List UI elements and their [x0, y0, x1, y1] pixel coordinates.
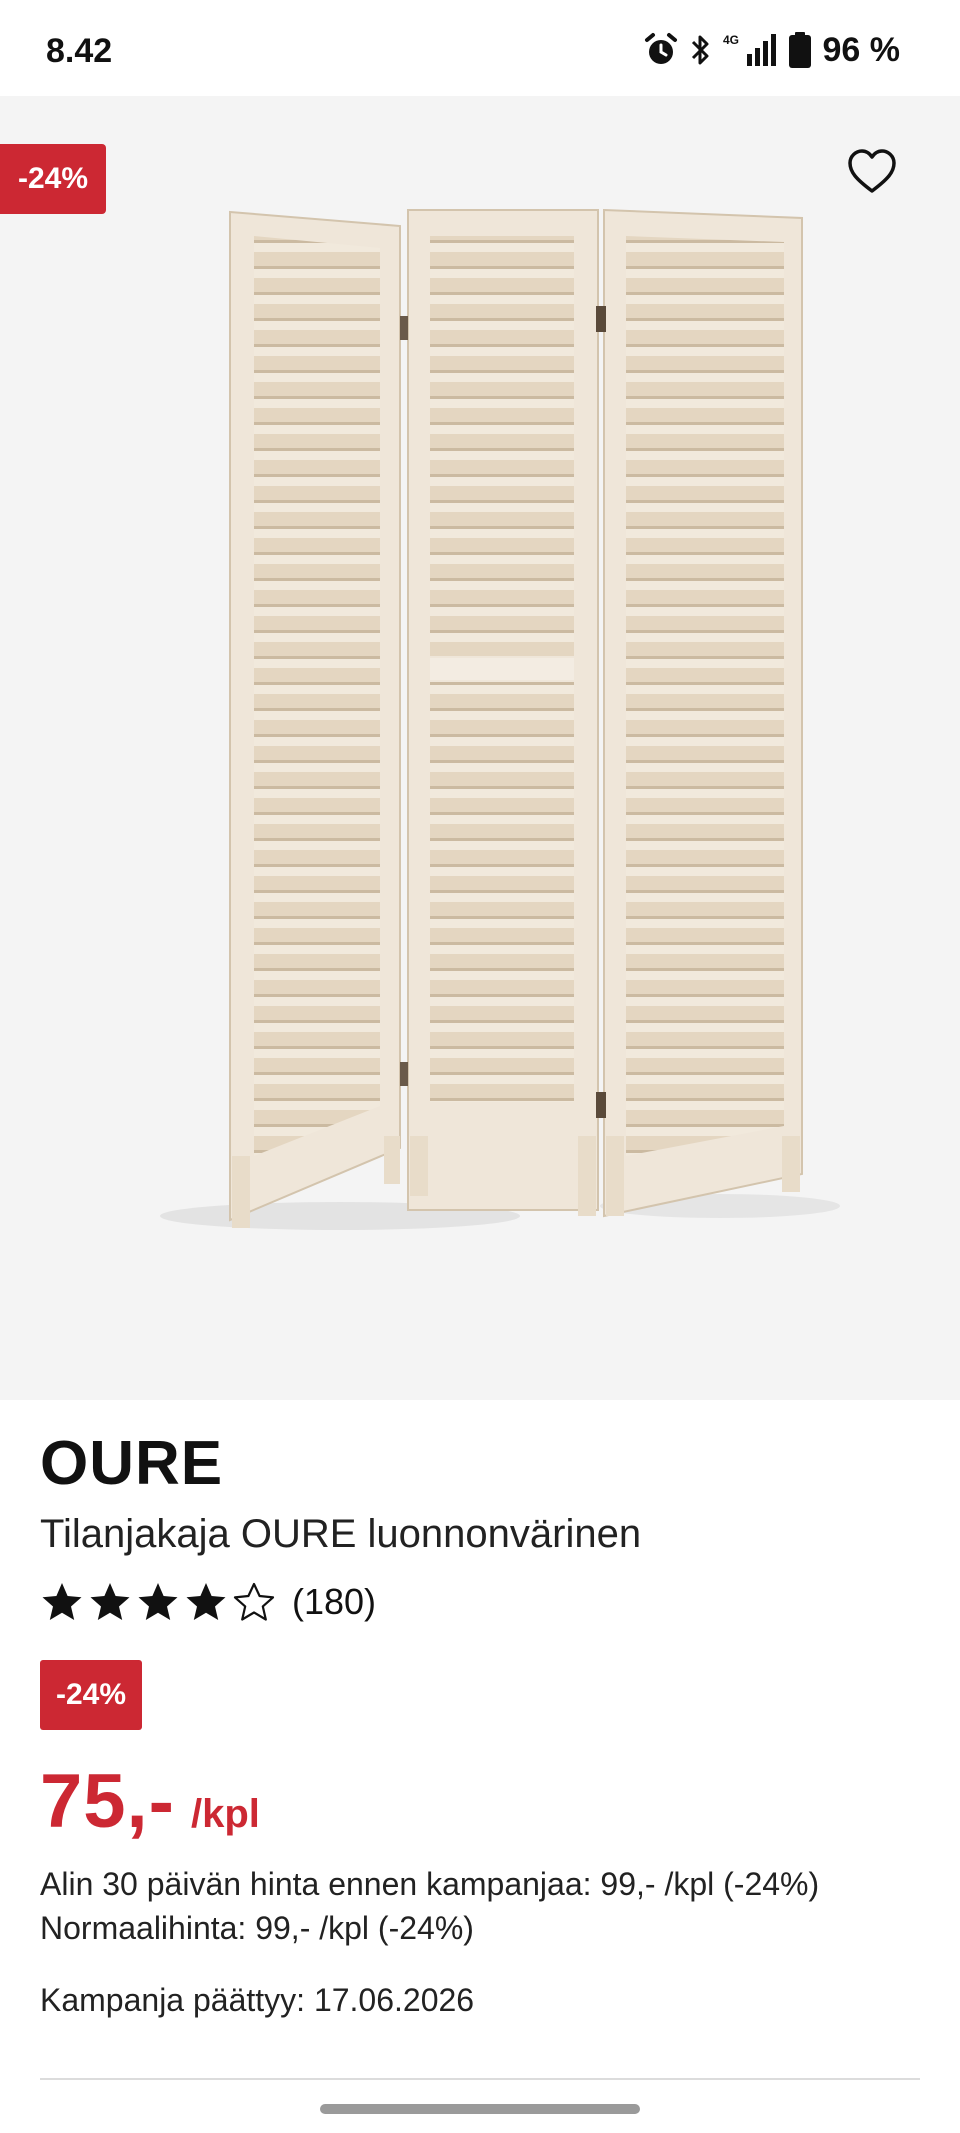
rating-count: (180)	[292, 1581, 377, 1622]
star-outline-icon	[233, 1582, 275, 1621]
room-divider-image	[160, 208, 840, 1230]
normal-price-text: Normaalihinta: 99,- /kpl (-24%)	[40, 1910, 474, 1946]
status-bar: 8.42 4G 96 %	[0, 0, 960, 96]
star-filled-icon	[138, 1583, 178, 1620]
product-name: Tilanjakaja OURE luonnonvärinen	[40, 1512, 642, 1556]
price-discount-badge: -24%	[40, 1660, 143, 1730]
heart-outline-icon[interactable]	[846, 146, 898, 198]
status-icons: 4G 96 %	[643, 30, 901, 70]
bluetooth-icon	[691, 35, 708, 65]
status-time: 8.42	[46, 32, 113, 70]
product-rating[interactable]: (180)	[40, 1576, 376, 1628]
price-unit: /kpl	[190, 1792, 260, 1836]
product-price: 75,-	[40, 1759, 175, 1844]
product-image-area[interactable]: -24%	[0, 96, 960, 1400]
battery-icon	[788, 32, 811, 68]
star-filled-icon	[186, 1583, 226, 1620]
alarm-icon	[644, 33, 677, 64]
hero-discount-badge: -24%	[0, 144, 107, 214]
product-brand: OURE	[40, 1429, 224, 1498]
lowest-price-text: Alin 30 päivän hinta ennen kampanjaa: 99…	[40, 1866, 820, 1902]
network-label: 4G	[723, 33, 739, 47]
section-divider	[40, 2078, 920, 2080]
price-row: 75,- /kpl	[40, 1758, 260, 1845]
campaign-end-text: Kampanja päättyy: 17.06.2026	[40, 1982, 475, 2018]
star-filled-icon	[42, 1583, 82, 1620]
battery-percentage: 96 %	[822, 30, 901, 69]
signal-icon: 4G	[723, 33, 776, 66]
star-filled-icon	[90, 1583, 130, 1620]
rating-stars	[40, 1580, 276, 1624]
home-indicator[interactable]	[320, 2104, 640, 2114]
